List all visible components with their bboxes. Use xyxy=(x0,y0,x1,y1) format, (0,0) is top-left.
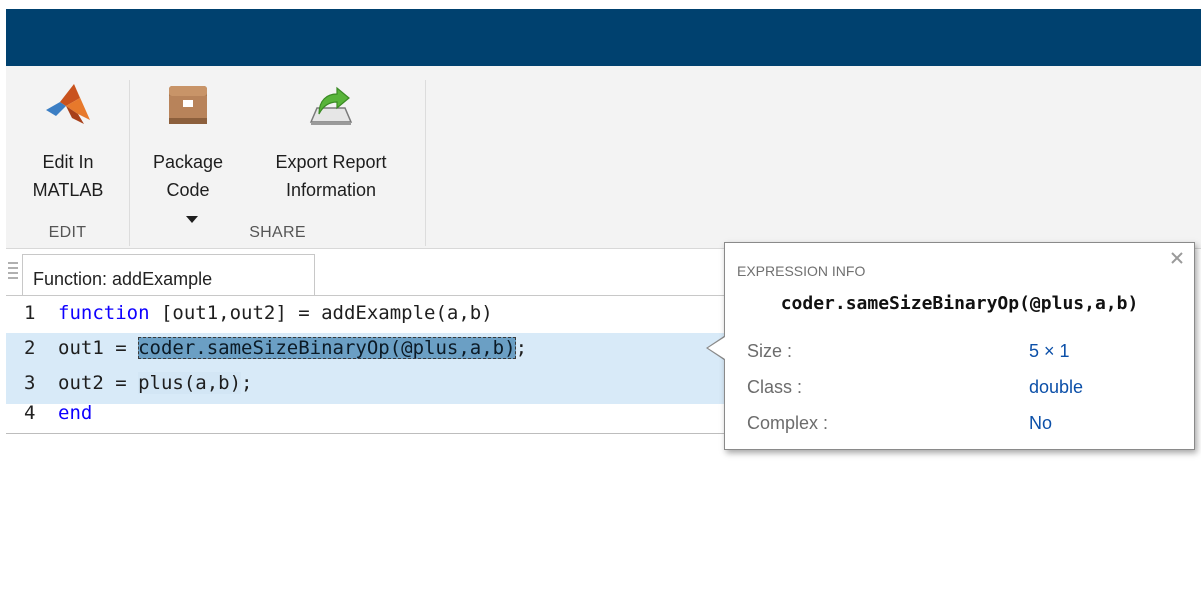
size-key: Size : xyxy=(747,341,793,361)
code-line-current[interactable]: 2 out1 = coder.sameSizeBinaryOp(@plus,a,… xyxy=(6,333,726,369)
class-key: Class : xyxy=(747,377,803,397)
code-text: [out1,out2] = addExample(a,b) xyxy=(149,302,493,324)
package-code-label-2: Code xyxy=(166,180,210,200)
share-group: Package Code Export Report Information S… xyxy=(130,80,426,246)
complex-value: No xyxy=(1029,413,1053,433)
edit-in-matlab-label-2: MATLAB xyxy=(32,180,104,200)
tooltip-expression: coder.sameSizeBinaryOp(@plus,a,b) xyxy=(780,293,1139,314)
complex-key: Complex : xyxy=(747,413,829,433)
expression-info-tooltip: EXPRESSION INFO coder.sameSizeBinaryOp(@… xyxy=(724,242,1195,450)
size-value: 5 × 1 xyxy=(1029,341,1070,361)
toolstrip: Edit In MATLAB EDIT Package Code Export … xyxy=(6,66,1201,249)
class-value: double xyxy=(1029,377,1084,397)
edit-in-matlab-button[interactable]: Edit In MATLAB xyxy=(20,80,116,204)
matlab-logo-icon xyxy=(46,84,90,124)
line-number: 3 xyxy=(24,372,36,394)
code-line[interactable]: 1 function [out1,out2] = addExample(a,b) xyxy=(6,298,726,334)
code-text: out2 = xyxy=(58,372,139,394)
code-text: out1 = xyxy=(58,337,139,359)
code-text: ; xyxy=(241,372,253,394)
selected-expression[interactable]: coder.sameSizeBinaryOp(@plus,a,b) xyxy=(138,337,516,359)
package-code-button[interactable]: Package Code xyxy=(138,80,238,232)
group-label-edit: EDIT xyxy=(48,224,87,241)
keyword-end: end xyxy=(58,402,93,424)
line-number: 2 xyxy=(24,337,36,359)
code-line[interactable]: 4 end xyxy=(6,398,726,434)
line-number: 1 xyxy=(24,302,36,324)
edit-group: Edit In MATLAB EDIT xyxy=(6,80,130,246)
export-report-label-1: Export Report xyxy=(275,152,387,172)
tab-function-addexample[interactable]: Function: addExample xyxy=(22,254,315,296)
code-editor[interactable]: 1 function [out1,out2] = addExample(a,b)… xyxy=(6,296,726,434)
chevron-down-icon[interactable] xyxy=(186,215,198,223)
export-report-icon xyxy=(309,86,353,125)
title-bar xyxy=(6,9,1201,66)
code-text: ; xyxy=(515,337,528,359)
export-report-button[interactable]: Export Report Information xyxy=(256,80,406,204)
highlighted-expression[interactable]: plus(a,b) xyxy=(138,372,242,394)
panel-gripper[interactable] xyxy=(8,262,18,284)
group-label-share: SHARE xyxy=(249,224,306,241)
export-report-label-2: Information xyxy=(285,180,377,200)
package-box-icon xyxy=(169,86,207,124)
tooltip-title: EXPRESSION INFO xyxy=(737,263,866,279)
line-number: 4 xyxy=(24,402,36,424)
edit-in-matlab-label-1: Edit In xyxy=(42,152,94,172)
package-code-label-1: Package xyxy=(152,152,224,172)
keyword-function: function xyxy=(58,302,150,324)
tooltip-pointer-fill xyxy=(708,337,725,359)
close-icon[interactable] xyxy=(1170,251,1184,265)
